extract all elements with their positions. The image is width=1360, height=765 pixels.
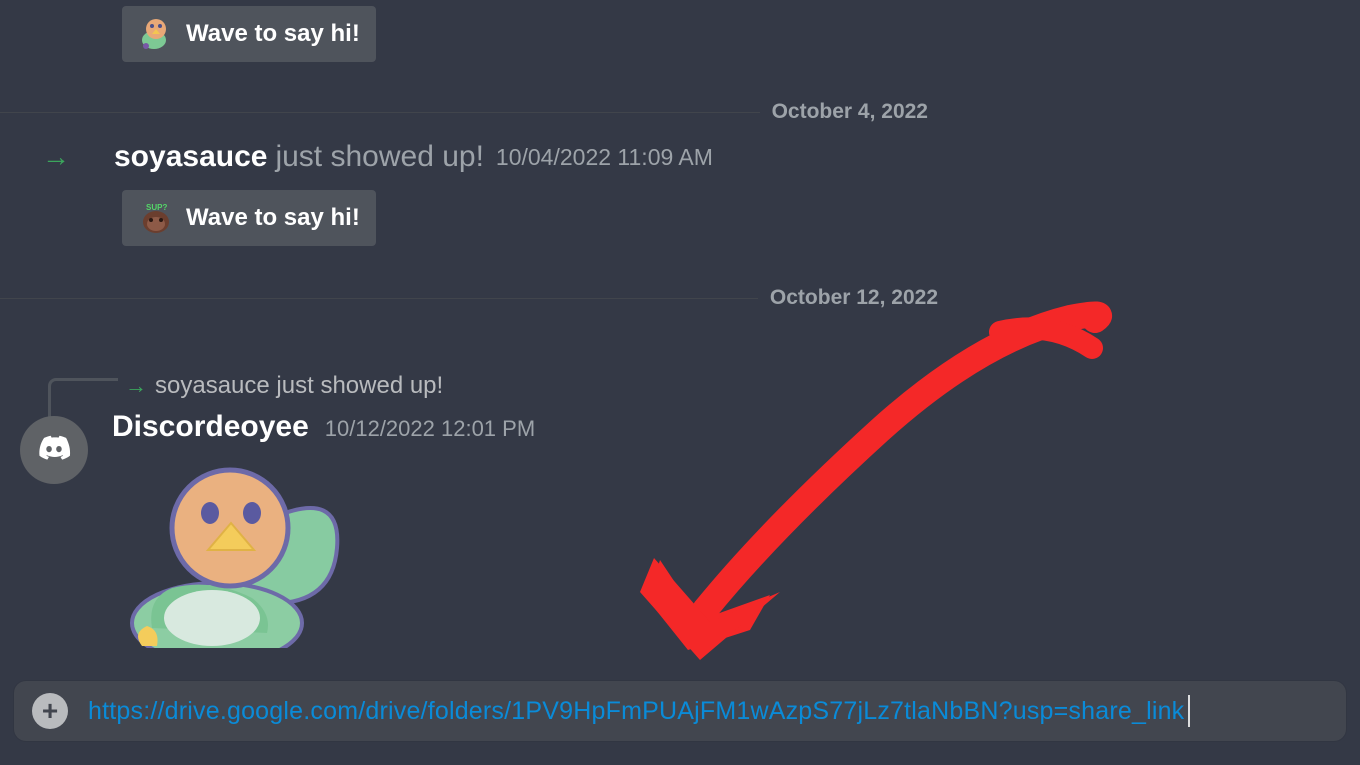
join-action-text: just showed up! [275, 140, 483, 174]
wave-button[interactable]: Wave to say hi! [122, 6, 376, 62]
join-event: → soyasauce just showed up! 10/04/2022 1… [0, 140, 1360, 174]
message-input-bar[interactable]: + https://drive.google.com/drive/folders… [14, 681, 1346, 741]
bird-wave-sticker[interactable] [112, 458, 342, 648]
date-divider: October 4, 2022 [0, 100, 1360, 124]
avatar[interactable] [20, 416, 88, 484]
wave-button-label: Wave to say hi! [186, 204, 360, 232]
date-divider: October 12, 2022 [0, 286, 1360, 310]
reply-text: soyasauce just showed up! [155, 372, 443, 400]
bird-sticker-icon [138, 16, 174, 52]
reply-reference[interactable]: → soyasauce just showed up! [125, 372, 443, 400]
message-timestamp: 10/12/2022 12:01 PM [325, 416, 535, 442]
join-username[interactable]: soyasauce [114, 140, 267, 174]
date-divider-label: October 4, 2022 [760, 100, 940, 124]
message-username[interactable]: Discordeoyee [112, 410, 309, 444]
message-input-text[interactable]: https://drive.google.com/drive/folders/1… [88, 697, 1184, 726]
join-arrow-icon: → [42, 141, 70, 173]
svg-text:SUP?: SUP? [146, 203, 167, 212]
wave-button[interactable]: SUP? Wave to say hi! [122, 190, 376, 246]
wave-button-label: Wave to say hi! [186, 20, 360, 48]
join-timestamp: 10/04/2022 11:09 AM [496, 144, 713, 171]
plus-icon: + [42, 697, 58, 725]
join-arrow-icon: → [125, 373, 147, 399]
attach-button[interactable]: + [32, 693, 68, 729]
text-cursor [1188, 695, 1190, 727]
sup-sticker-icon: SUP? [138, 200, 174, 236]
annotation-arrow [630, 300, 1130, 660]
message-row: Discordeoyee 10/12/2022 12:01 PM [20, 410, 535, 648]
discord-logo-icon [32, 428, 76, 472]
date-divider-label: October 12, 2022 [758, 286, 950, 310]
